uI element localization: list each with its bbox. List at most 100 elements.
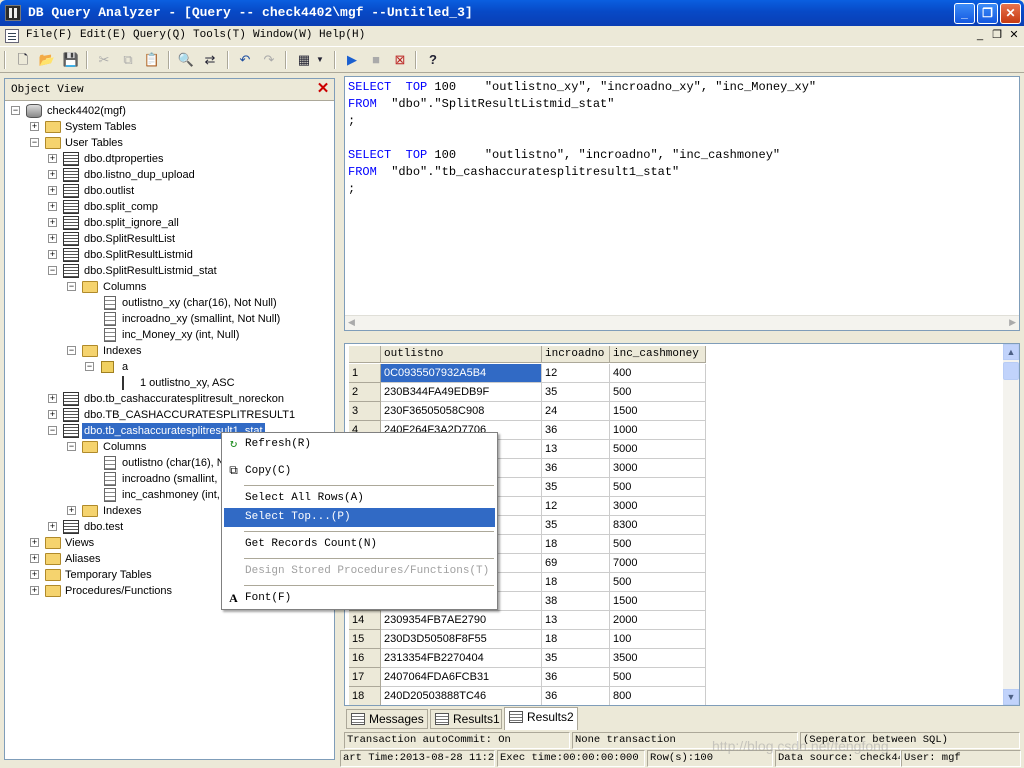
column-header[interactable]: outlistno [381, 346, 542, 363]
copy-icon[interactable]: ⧉ [118, 51, 138, 69]
stop-icon[interactable]: ■ [366, 51, 386, 69]
expand-icon[interactable]: + [48, 410, 57, 419]
mdi-restore-button[interactable]: ❐ [989, 29, 1005, 43]
grid-cell[interactable]: 13 [542, 611, 610, 630]
grid-cell[interactable]: 69 [542, 554, 610, 573]
paste-icon[interactable]: 📋 [142, 51, 162, 69]
grid-cell[interactable]: 18 [542, 535, 610, 554]
menu-item-select-top[interactable]: Select Top...(P) [224, 508, 495, 527]
row-header[interactable]: 17 [349, 668, 381, 687]
row-header[interactable]: 16 [349, 649, 381, 668]
grid-cell[interactable]: 35 [542, 649, 610, 668]
menu-query[interactable]: Query(Q) [133, 29, 186, 41]
expand-icon[interactable]: + [48, 202, 57, 211]
grid-cell[interactable]: 500 [610, 668, 706, 687]
tab-messages[interactable]: Messages [346, 709, 428, 729]
mdi-close-button[interactable]: ✕ [1006, 29, 1022, 43]
grid-view-icon[interactable]: ▦ [294, 51, 314, 69]
grid-cell[interactable]: 3000 [610, 459, 706, 478]
grid-cell[interactable]: 7000 [610, 554, 706, 573]
new-file-icon[interactable]: 🗋 [13, 51, 33, 69]
grid-cell[interactable]: 35 [542, 516, 610, 535]
menu-item-copy[interactable]: ⧉ Copy(C) [224, 462, 495, 481]
grid-cell[interactable]: 3500 [610, 649, 706, 668]
grid-cell[interactable]: 500 [610, 478, 706, 497]
mdi-minimize-button[interactable]: _ [972, 29, 988, 43]
expand-icon[interactable]: + [30, 570, 39, 579]
grid-cell[interactable]: 230D3D50508F8F55 [381, 630, 542, 649]
collapse-icon[interactable]: − [11, 106, 20, 115]
menu-item-select-all[interactable]: Select All Rows(A) [224, 489, 495, 508]
expand-icon[interactable]: + [48, 186, 57, 195]
grid-cell[interactable]: 38 [542, 592, 610, 611]
grid-cell[interactable]: 2309354FB7AE2790 [381, 611, 542, 630]
tab-results2[interactable]: Results2 [504, 707, 578, 730]
scroll-right-icon[interactable]: ▶ [1009, 317, 1016, 328]
dropdown-arrow-icon[interactable]: ▼ [314, 51, 326, 69]
grid-cell[interactable]: 24 [542, 402, 610, 421]
redo-icon[interactable]: ↷ [259, 51, 279, 69]
collapse-icon[interactable]: − [67, 282, 76, 291]
close-button[interactable]: ✕ [1000, 3, 1021, 24]
expand-icon[interactable]: + [48, 522, 57, 531]
replace-icon[interactable]: ⇄ [200, 51, 220, 69]
document-icon[interactable] [5, 29, 19, 43]
grid-corner-header[interactable] [349, 346, 381, 363]
save-icon[interactable]: 💾 [61, 51, 81, 69]
grid-cell[interactable]: 12 [542, 364, 610, 383]
grid-cell[interactable]: 240D20503888TC46 [381, 687, 542, 705]
row-header[interactable]: 3 [349, 402, 381, 421]
grid-cell[interactable]: 1500 [610, 592, 706, 611]
grid-cell[interactable]: 2313354FB2270404 [381, 649, 542, 668]
menu-help[interactable]: Help(H) [319, 29, 365, 41]
maximize-button[interactable]: ❐ [977, 3, 998, 24]
collapse-icon[interactable]: − [67, 346, 76, 355]
grid-cell[interactable]: 400 [610, 364, 706, 383]
vertical-scrollbar[interactable]: ▲ ▼ [1003, 344, 1019, 705]
menu-file[interactable]: File(F) [26, 29, 72, 41]
expand-icon[interactable]: + [48, 170, 57, 179]
menu-item-get-count[interactable]: Get Records Count(N) [224, 535, 495, 554]
sql-editor[interactable]: SELECT TOP 100 "outlistno_xy", "incroadn… [344, 76, 1020, 331]
expand-icon[interactable]: + [30, 538, 39, 547]
execute-icon[interactable]: ▶ [342, 51, 362, 69]
expand-icon[interactable]: + [48, 394, 57, 403]
row-header[interactable]: 18 [349, 687, 381, 705]
grid-cell[interactable]: 2000 [610, 611, 706, 630]
undo-icon[interactable]: ↶ [235, 51, 255, 69]
grid-cell[interactable]: 2407064FDA6FCB31 [381, 668, 542, 687]
grid-cell[interactable]: 36 [542, 687, 610, 705]
row-header[interactable]: 1 [349, 364, 381, 383]
collapse-icon[interactable]: − [48, 266, 57, 275]
menu-window[interactable]: Window(W) [253, 29, 312, 41]
grid-cell[interactable]: 3000 [610, 497, 706, 516]
grid-cell[interactable]: 12 [542, 497, 610, 516]
collapse-icon[interactable]: − [85, 362, 94, 371]
menu-item-refresh[interactable]: ↻ Refresh(R) [224, 435, 495, 454]
collapse-icon[interactable]: − [67, 442, 76, 451]
grid-cell[interactable]: 13 [542, 440, 610, 459]
grid-cell[interactable]: 35 [542, 383, 610, 402]
menu-edit[interactable]: Edit(E) [80, 29, 126, 41]
row-header[interactable]: 15 [349, 630, 381, 649]
expand-icon[interactable]: + [48, 250, 57, 259]
row-header[interactable]: 14 [349, 611, 381, 630]
scroll-down-icon[interactable]: ▼ [1003, 689, 1019, 705]
menu-tools[interactable]: Tools(T) [193, 29, 246, 41]
grid-cell[interactable]: 36 [542, 421, 610, 440]
menu-item-font[interactable]: A Font(F) [224, 589, 495, 608]
grid-cell[interactable]: 5000 [610, 440, 706, 459]
expand-icon[interactable]: + [67, 506, 76, 515]
cut-icon[interactable]: ✂ [94, 51, 114, 69]
collapse-icon[interactable]: − [30, 138, 39, 147]
grid-cell[interactable]: 800 [610, 687, 706, 705]
expand-icon[interactable]: + [48, 218, 57, 227]
row-header[interactable]: 2 [349, 383, 381, 402]
parse-icon[interactable]: ⊠ [390, 51, 410, 69]
grid-cell[interactable]: 35 [542, 478, 610, 497]
grid-cell[interactable]: 36 [542, 459, 610, 478]
grid-cell[interactable]: 18 [542, 630, 610, 649]
expand-icon[interactable]: + [48, 234, 57, 243]
scroll-left-icon[interactable]: ◀ [348, 317, 355, 328]
minimize-button[interactable]: _ [954, 3, 975, 24]
